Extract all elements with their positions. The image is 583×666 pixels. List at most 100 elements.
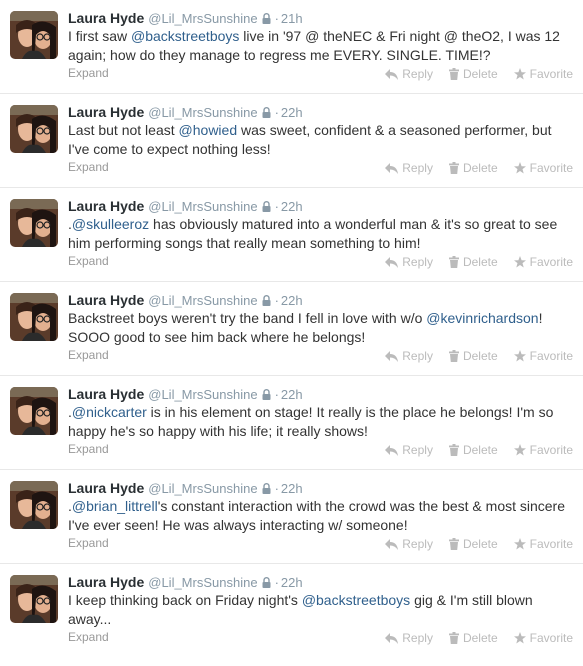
- delete-button[interactable]: Delete: [448, 537, 498, 551]
- avatar[interactable]: [10, 105, 58, 153]
- favorite-label: Favorite: [529, 537, 573, 551]
- star-icon: [513, 350, 526, 362]
- reply-button[interactable]: Reply: [385, 67, 433, 81]
- mention-link[interactable]: @backstreetboys: [131, 28, 239, 44]
- delete-button[interactable]: Delete: [448, 161, 498, 175]
- favorite-button[interactable]: Favorite: [513, 161, 573, 175]
- author-fullname[interactable]: Laura Hyde: [68, 198, 144, 214]
- favorite-button[interactable]: Favorite: [513, 67, 573, 81]
- tweet-item[interactable]: Laura Hyde @Lil_MrsSunshine · 22h .@nickcar…: [0, 376, 583, 470]
- delete-button[interactable]: Delete: [448, 349, 498, 363]
- reply-button[interactable]: Reply: [385, 255, 433, 269]
- author-fullname[interactable]: Laura Hyde: [68, 480, 144, 496]
- delete-button[interactable]: Delete: [448, 67, 498, 81]
- favorite-button[interactable]: Favorite: [513, 255, 573, 269]
- tweet-item[interactable]: Laura Hyde @Lil_MrsSunshine · 22h Last but …: [0, 94, 583, 188]
- delete-button[interactable]: Delete: [448, 631, 498, 645]
- tweet-header: Laura Hyde @Lil_MrsSunshine · 22h: [68, 103, 303, 122]
- author-username[interactable]: @Lil_MrsSunshine: [148, 11, 257, 26]
- expand-link[interactable]: Expand: [68, 160, 109, 174]
- favorite-button[interactable]: Favorite: [513, 349, 573, 363]
- lock-icon: [262, 104, 271, 122]
- avatar[interactable]: [10, 293, 58, 341]
- author-username[interactable]: @Lil_MrsSunshine: [148, 481, 257, 496]
- author-fullname[interactable]: Laura Hyde: [68, 574, 144, 590]
- text-segment: Backstreet boys weren't try the band I f…: [68, 310, 427, 326]
- favorite-button[interactable]: Favorite: [513, 443, 573, 457]
- trash-icon: [448, 256, 459, 268]
- favorite-button[interactable]: Favorite: [513, 631, 573, 645]
- text-segment: Last but not least: [68, 122, 179, 138]
- reply-button[interactable]: Reply: [385, 161, 433, 175]
- author-username[interactable]: @Lil_MrsSunshine: [148, 387, 257, 402]
- author-username[interactable]: @Lil_MrsSunshine: [148, 199, 257, 214]
- author-fullname[interactable]: Laura Hyde: [68, 10, 144, 26]
- expand-link[interactable]: Expand: [68, 442, 109, 456]
- avatar-photo: [10, 387, 58, 435]
- reply-button[interactable]: Reply: [385, 443, 433, 457]
- author-fullname[interactable]: Laura Hyde: [68, 292, 144, 308]
- delete-label: Delete: [462, 161, 498, 175]
- reply-button[interactable]: Reply: [385, 349, 433, 363]
- avatar[interactable]: [10, 11, 58, 59]
- tweet-item[interactable]: Laura Hyde @Lil_MrsSunshine · 22h I keep th…: [0, 564, 583, 658]
- expand-link[interactable]: Expand: [68, 630, 109, 644]
- author-fullname[interactable]: Laura Hyde: [68, 386, 144, 402]
- tweet-timestamp[interactable]: 22h: [281, 105, 303, 120]
- tweet-timestamp[interactable]: 22h: [281, 199, 303, 214]
- author-fullname[interactable]: Laura Hyde: [68, 104, 144, 120]
- separator: ·: [274, 199, 279, 214]
- delete-button[interactable]: Delete: [448, 255, 498, 269]
- tweet-item[interactable]: Laura Hyde @Lil_MrsSunshine · 22h .@brian_l…: [0, 470, 583, 564]
- separator: ·: [274, 105, 279, 120]
- tweet-item[interactable]: Laura Hyde @Lil_MrsSunshine · 22h Backstree…: [0, 282, 583, 376]
- tweet-timestamp[interactable]: 22h: [281, 481, 303, 496]
- lock-icon: [262, 574, 271, 592]
- reply-button[interactable]: Reply: [385, 537, 433, 551]
- separator: ·: [274, 575, 279, 590]
- mention-link[interactable]: @backstreetboys: [302, 592, 410, 608]
- tweet-timestamp[interactable]: 22h: [281, 575, 303, 590]
- tweet-text: Last but not least @howied was sweet, co…: [68, 121, 571, 159]
- avatar[interactable]: [10, 387, 58, 435]
- tweet-actions: Reply Delete Favorite: [369, 255, 573, 269]
- mention-link[interactable]: @nickcarter: [72, 404, 147, 420]
- avatar[interactable]: [10, 199, 58, 247]
- tweet-item[interactable]: Laura Hyde @Lil_MrsSunshine · 22h .@skullee…: [0, 188, 583, 282]
- mention-link[interactable]: @brian_littrell: [72, 498, 158, 514]
- reply-icon: [385, 445, 399, 456]
- avatar[interactable]: [10, 481, 58, 529]
- tweet-timestamp[interactable]: 22h: [281, 293, 303, 308]
- mention-link[interactable]: @howied: [179, 122, 238, 138]
- favorite-label: Favorite: [529, 349, 573, 363]
- star-icon: [513, 68, 526, 80]
- reply-label: Reply: [402, 349, 433, 363]
- tweet-item[interactable]: Laura Hyde @Lil_MrsSunshine · 21h I first s…: [0, 0, 583, 94]
- avatar-photo: [10, 575, 58, 623]
- tweet-text: I first saw @backstreetboys live in '97 …: [68, 27, 571, 65]
- favorite-button[interactable]: Favorite: [513, 537, 573, 551]
- avatar-photo: [10, 481, 58, 529]
- star-icon: [513, 444, 526, 456]
- author-username[interactable]: @Lil_MrsSunshine: [148, 105, 257, 120]
- tweet-actions: Reply Delete Favorite: [369, 161, 573, 175]
- mention-link[interactable]: @skulleeroz: [72, 216, 149, 232]
- reply-button[interactable]: Reply: [385, 631, 433, 645]
- expand-link[interactable]: Expand: [68, 66, 109, 80]
- trash-icon: [448, 538, 459, 550]
- author-username[interactable]: @Lil_MrsSunshine: [148, 575, 257, 590]
- expand-link[interactable]: Expand: [68, 536, 109, 550]
- favorite-label: Favorite: [529, 67, 573, 81]
- tweet-timestamp[interactable]: 22h: [281, 387, 303, 402]
- expand-link[interactable]: Expand: [68, 348, 109, 362]
- delete-label: Delete: [462, 349, 498, 363]
- avatar[interactable]: [10, 575, 58, 623]
- delete-button[interactable]: Delete: [448, 443, 498, 457]
- tweet-timestamp[interactable]: 21h: [281, 11, 303, 26]
- trash-icon: [448, 162, 459, 174]
- reply-label: Reply: [402, 255, 433, 269]
- mention-link[interactable]: @kevinrichardson: [426, 310, 538, 326]
- author-username[interactable]: @Lil_MrsSunshine: [148, 293, 257, 308]
- expand-link[interactable]: Expand: [68, 254, 109, 268]
- star-icon: [513, 632, 526, 644]
